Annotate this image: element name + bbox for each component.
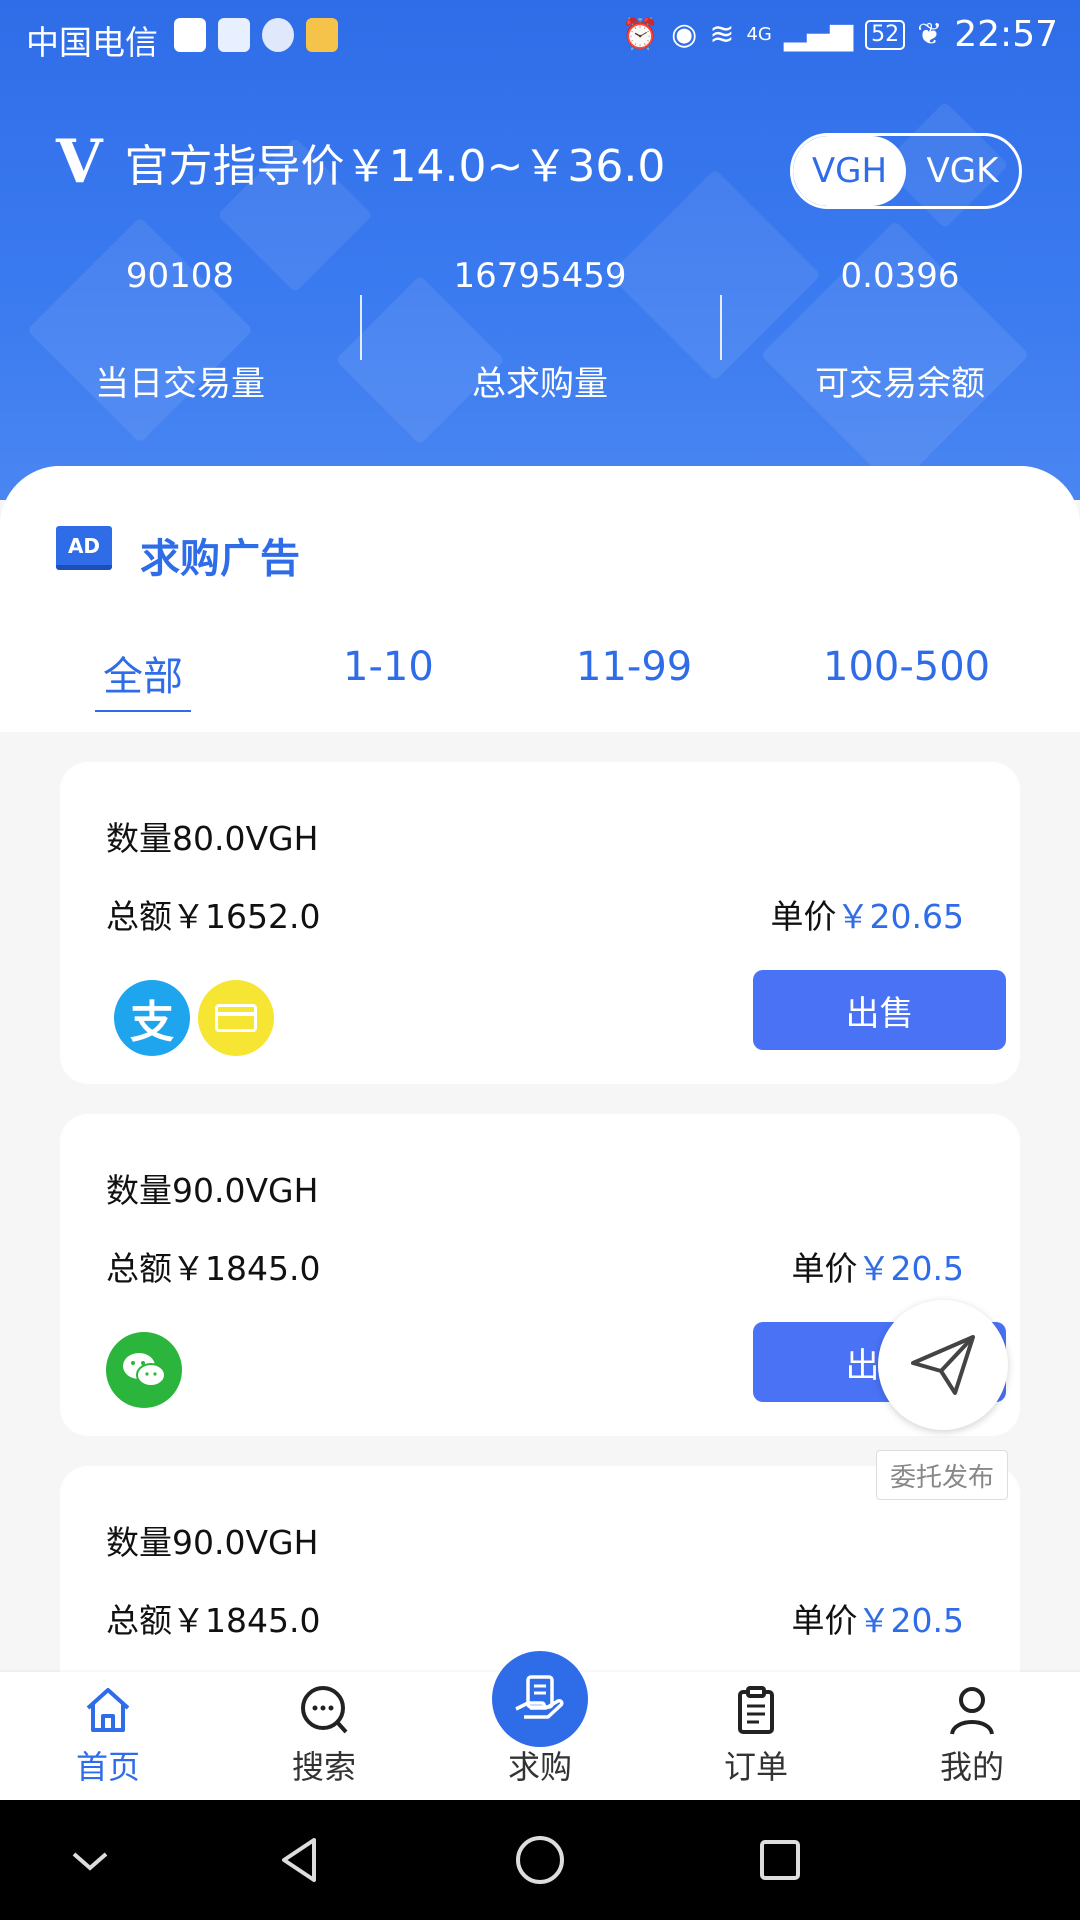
unit-price-label: 单价 [791,1601,858,1640]
nav-label: 首页 [75,1748,140,1786]
alipay-icon: 支 [114,980,190,1056]
section-header: AD 求购广告 全部 1-10 11-99 100-500 [0,466,1080,732]
unit-price-label: 单价 [770,897,837,936]
nav-home[interactable]: 首页 [28,1672,188,1800]
nav-label: 我的 [939,1748,1004,1786]
home-icon [86,1688,130,1732]
listing-unit-price: 单价￥20.65 [771,890,964,938]
tab-1-10[interactable]: 1-10 [343,644,434,690]
listing-total: 总额￥1845.0 [106,1249,321,1288]
ad-badge: AD [56,526,112,570]
eye-comfort-icon: ◉ [671,17,698,52]
sell-button[interactable]: 出售 [753,970,1006,1050]
home-button-icon[interactable] [510,1830,570,1890]
bank-card-icon [198,980,274,1056]
currency-toggle[interactable]: VGH VGK [790,133,1022,209]
nav-profile[interactable]: 我的 [892,1672,1052,1800]
app-logo: V [56,127,103,197]
stat-divider [720,295,722,360]
stat-label: 可交易余额 [815,364,985,404]
battery-icon: 52 [865,19,906,50]
nav-label: 求购 [507,1748,572,1786]
hand-document-icon [515,1675,564,1719]
stat-available-balance: 0.0396 可交易余额 [720,250,1080,410]
listing-card: 数量80.0VGH 总额￥1652.0 单价￥20.65 支 出售 [60,762,1020,1084]
listing-quantity: 数量90.0VGH [106,1171,319,1210]
header-banner: 中国电信 ⏰ ◉ ≋ 4G ▂▄▆ 52 ❦ 22:57 V 官方指导价￥14.… [0,0,1080,500]
signal-icon: ▂▄▆ [783,17,854,52]
clipboard-icon [738,1686,774,1734]
publish-label[interactable]: 委托发布 [876,1450,1008,1500]
stat-value: 0.0396 [840,256,960,296]
toggle-vgh[interactable]: VGH [793,136,906,206]
unit-price-value: ￥20.5 [857,1249,964,1288]
qq-icon [174,18,206,52]
stat-value: 90108 [125,256,235,296]
notification-icons [174,18,338,52]
nav-label: 搜索 [291,1748,356,1786]
back-icon[interactable] [270,1830,330,1890]
stat-label: 当日交易量 [95,364,265,404]
listing-unit-price: 单价￥20.5 [792,1594,964,1642]
nav-orders[interactable]: 订单 [676,1672,836,1800]
publish-fab[interactable] [878,1300,1008,1430]
listing-quantity: 数量80.0VGH [106,819,319,858]
alarm-icon: ⏰ [621,17,660,52]
tab-11-99[interactable]: 11-99 [576,644,692,690]
leaf-icon: ❦ [917,17,943,52]
network-type: 4G [746,24,772,45]
unit-price-value: ￥20.5 [857,1601,964,1640]
stats-row: 90108 当日交易量 16795459 总求购量 0.0396 可交易余额 [0,250,1080,410]
nav-label: 订单 [723,1748,788,1786]
stat-daily-volume: 90108 当日交易量 [0,250,360,410]
carrier-name: 中国电信 [26,23,158,62]
listing-unit-price: 单价￥20.5 [792,1242,964,1290]
listing-quantity: 数量90.0VGH [106,1523,319,1562]
wifi-icon: ≋ [709,17,735,52]
unit-price-label: 单价 [791,1249,858,1288]
paper-plane-icon [911,1335,975,1395]
stat-value: 16795459 [453,256,627,296]
alipay-notification-icon [218,18,250,52]
stat-label: 总求购量 [472,364,608,404]
user-icon [950,1687,994,1735]
collapse-icon[interactable] [60,1830,120,1890]
nav-purchase-button[interactable] [492,1651,588,1747]
tab-all[interactable]: 全部 [95,644,191,712]
toggle-vgk[interactable]: VGK [906,136,1019,206]
unit-price-value: ￥20.65 [836,897,964,936]
mail-icon [306,18,338,52]
stat-divider [360,295,362,360]
clock: 22:57 [954,14,1058,55]
title-row: V 官方指导价￥14.0~￥36.0 [56,130,665,194]
weather-icon [262,18,294,52]
stat-total-purchase: 16795459 总求购量 [360,250,720,410]
range-tabs: 全部 1-10 11-99 100-500 [0,644,1080,714]
system-navigation-bar [0,1800,1080,1920]
status-right: ⏰ ◉ ≋ 4G ▂▄▆ 52 ❦ 22:57 [622,14,1058,55]
status-bar: 中国电信 ⏰ ◉ ≋ 4G ▂▄▆ 52 ❦ 22:57 [0,0,1080,76]
listing-total: 总额￥1845.0 [106,1601,321,1640]
wechat-pay-icon [106,1332,182,1408]
nav-search[interactable]: 搜索 [244,1672,404,1800]
search-chat-icon [301,1686,348,1734]
listing-card: 数量90.0VGH 总额￥1845.0 单价￥20.5 出售 [60,1114,1020,1436]
tab-100-500[interactable]: 100-500 [823,644,990,690]
price-guide: 官方指导价￥14.0~￥36.0 [124,141,666,192]
recents-icon[interactable] [750,1830,810,1890]
listing-total: 总额￥1652.0 [106,897,321,936]
section-title: 求购广告 [140,536,300,582]
